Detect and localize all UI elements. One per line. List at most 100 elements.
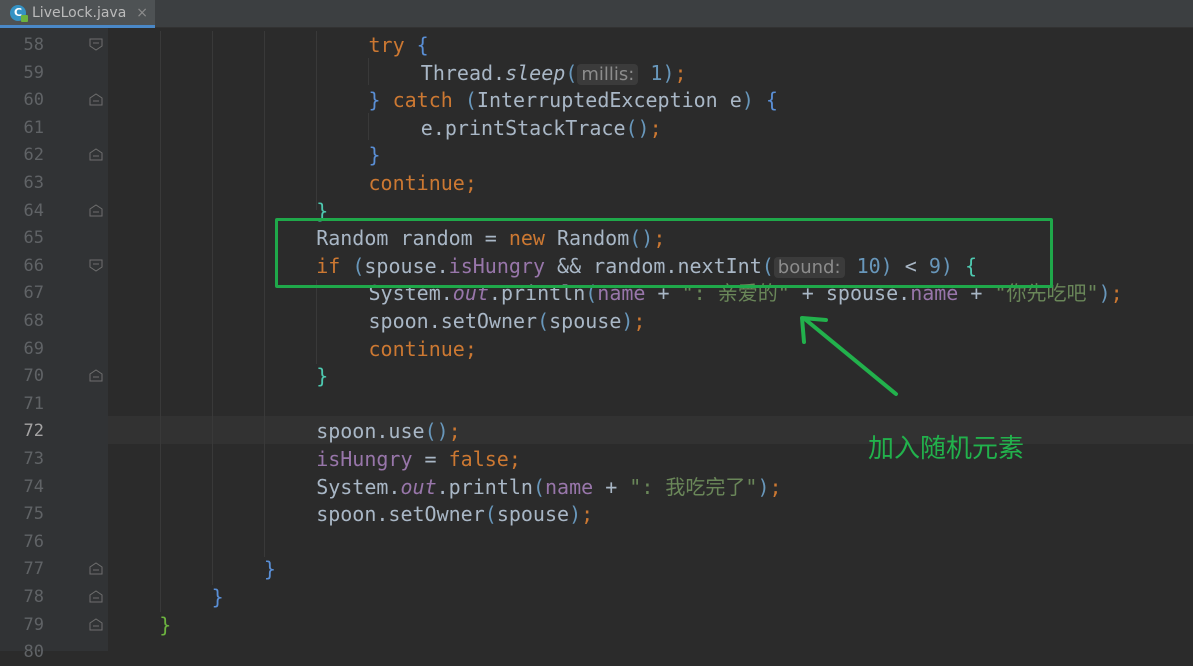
fold-close-icon[interactable] xyxy=(89,562,103,575)
code-text: spoon.setOwner(spouse); xyxy=(316,500,593,528)
code-token: spoon.setOwner xyxy=(368,309,538,333)
code-token: { xyxy=(765,88,778,113)
fold-close-icon[interactable] xyxy=(89,369,103,382)
line-number: 63 xyxy=(23,173,44,193)
indent-guide xyxy=(212,31,213,585)
fold-close-icon[interactable] xyxy=(89,93,103,106)
code-token: ) xyxy=(1098,281,1111,306)
code-line[interactable]: 71 xyxy=(0,390,1193,418)
code-line[interactable]: 76 xyxy=(0,528,1193,556)
line-number: 64 xyxy=(23,200,44,221)
line-number: 65 xyxy=(23,228,44,249)
code-token: sleep xyxy=(505,60,566,85)
code-line[interactable]: 75 spoon.setOwner(spouse); xyxy=(0,500,1193,528)
code-line[interactable]: 78} xyxy=(0,583,1193,611)
code-token: catch xyxy=(392,88,453,113)
code-line[interactable]: 60} catch (InterruptedException e) { xyxy=(0,86,1193,114)
code-line[interactable]: 80 xyxy=(0,638,1193,666)
code-token: ; xyxy=(633,309,646,333)
code-token: spouse xyxy=(549,309,622,333)
code-text: } xyxy=(316,362,328,390)
code-token: continue; xyxy=(368,336,477,361)
code-token: ; xyxy=(649,115,662,140)
line-number: 58 xyxy=(23,35,44,55)
code-token: continue; xyxy=(368,171,477,195)
code-token: ( xyxy=(565,60,578,85)
tab-title: LiveLock.java xyxy=(32,4,127,21)
line-number: 80 xyxy=(23,642,44,663)
code-line[interactable]: 69 continue; xyxy=(0,335,1193,363)
code-text: Thread.sleep(millis: 1); xyxy=(421,59,687,89)
code-text: System.out.println(name + ": 我吃完了"); xyxy=(316,473,781,501)
code-line[interactable]: 58 try { xyxy=(0,31,1193,59)
line-number: 73 xyxy=(23,449,44,469)
code-token: ) xyxy=(569,502,582,527)
code-token: } xyxy=(368,88,381,113)
code-token: false; xyxy=(448,447,521,471)
code-line[interactable]: 79} xyxy=(0,611,1193,639)
code-token: e.printStackTrace xyxy=(420,115,626,140)
code-line[interactable]: 61 e.printStackTrace(); xyxy=(0,114,1193,142)
code-line[interactable]: 63 continue; xyxy=(0,169,1193,197)
code-token: ) xyxy=(662,60,675,85)
code-token: .println xyxy=(436,474,533,499)
line-number: 76 xyxy=(23,531,44,552)
code-line[interactable]: 62} xyxy=(0,141,1193,169)
line-number: 69 xyxy=(23,338,44,359)
tab-livelock-java[interactable]: C LiveLock.java × xyxy=(0,0,155,28)
line-number: 61 xyxy=(23,117,44,138)
fold-close-icon[interactable] xyxy=(89,590,103,603)
line-number: 66 xyxy=(23,255,44,276)
code-text: } xyxy=(212,583,224,611)
code-line[interactable]: 68 spoon.setOwner(spouse); xyxy=(0,307,1193,335)
annotation-label: 加入随机元素 xyxy=(868,434,1025,464)
code-token: } xyxy=(263,557,276,582)
indent-guide xyxy=(316,280,317,364)
line-number: 68 xyxy=(23,311,44,331)
code-token: Thread. xyxy=(420,60,506,85)
code-token: InterruptedException e xyxy=(476,88,742,113)
code-token: () xyxy=(424,419,449,444)
fold-close-icon[interactable] xyxy=(89,148,103,161)
code-token: ": 我吃完了" xyxy=(629,474,758,499)
code-token: { xyxy=(416,33,429,57)
code-token: ; xyxy=(448,419,461,444)
indent-guide xyxy=(264,31,265,557)
code-token: ( xyxy=(532,474,545,499)
fold-open-icon[interactable] xyxy=(89,259,103,272)
indent-guide xyxy=(316,31,317,210)
fold-open-icon[interactable] xyxy=(89,38,103,51)
line-number: 74 xyxy=(23,476,44,497)
code-text: } xyxy=(159,611,171,639)
code-token: try xyxy=(368,33,405,57)
line-number: 62 xyxy=(23,145,44,166)
code-text: spoon.setOwner(spouse); xyxy=(369,307,646,335)
line-number: 79 xyxy=(23,614,44,635)
code-line[interactable]: 70} xyxy=(0,362,1193,390)
fold-close-icon[interactable] xyxy=(89,203,103,217)
parameter-hint: millis: xyxy=(577,63,639,85)
code-token: spouse xyxy=(496,502,570,527)
java-class-icon: C xyxy=(10,4,28,22)
code-token: ; xyxy=(1110,281,1123,306)
code-line[interactable]: 74 System.out.println(name + ": 我吃完了"); xyxy=(0,473,1193,501)
code-token: } xyxy=(368,143,381,168)
code-line[interactable]: 59 Thread.sleep(millis: 1); xyxy=(0,59,1193,87)
close-tab-icon[interactable]: × xyxy=(136,5,148,21)
fold-close-icon[interactable] xyxy=(89,617,103,631)
code-token: isHungry xyxy=(316,447,413,471)
code-token: 1 xyxy=(638,60,663,85)
code-text: } xyxy=(264,555,276,583)
highlight-box xyxy=(275,218,1053,288)
code-token: = xyxy=(412,447,449,471)
line-number: 70 xyxy=(23,366,44,387)
line-number: 75 xyxy=(23,504,44,525)
code-token: ; xyxy=(674,60,687,85)
code-token: } xyxy=(159,612,172,637)
code-line[interactable]: 77} xyxy=(0,555,1193,583)
code-text: try { xyxy=(369,31,429,59)
code-token: } xyxy=(316,364,329,389)
code-token: ; xyxy=(769,474,782,499)
